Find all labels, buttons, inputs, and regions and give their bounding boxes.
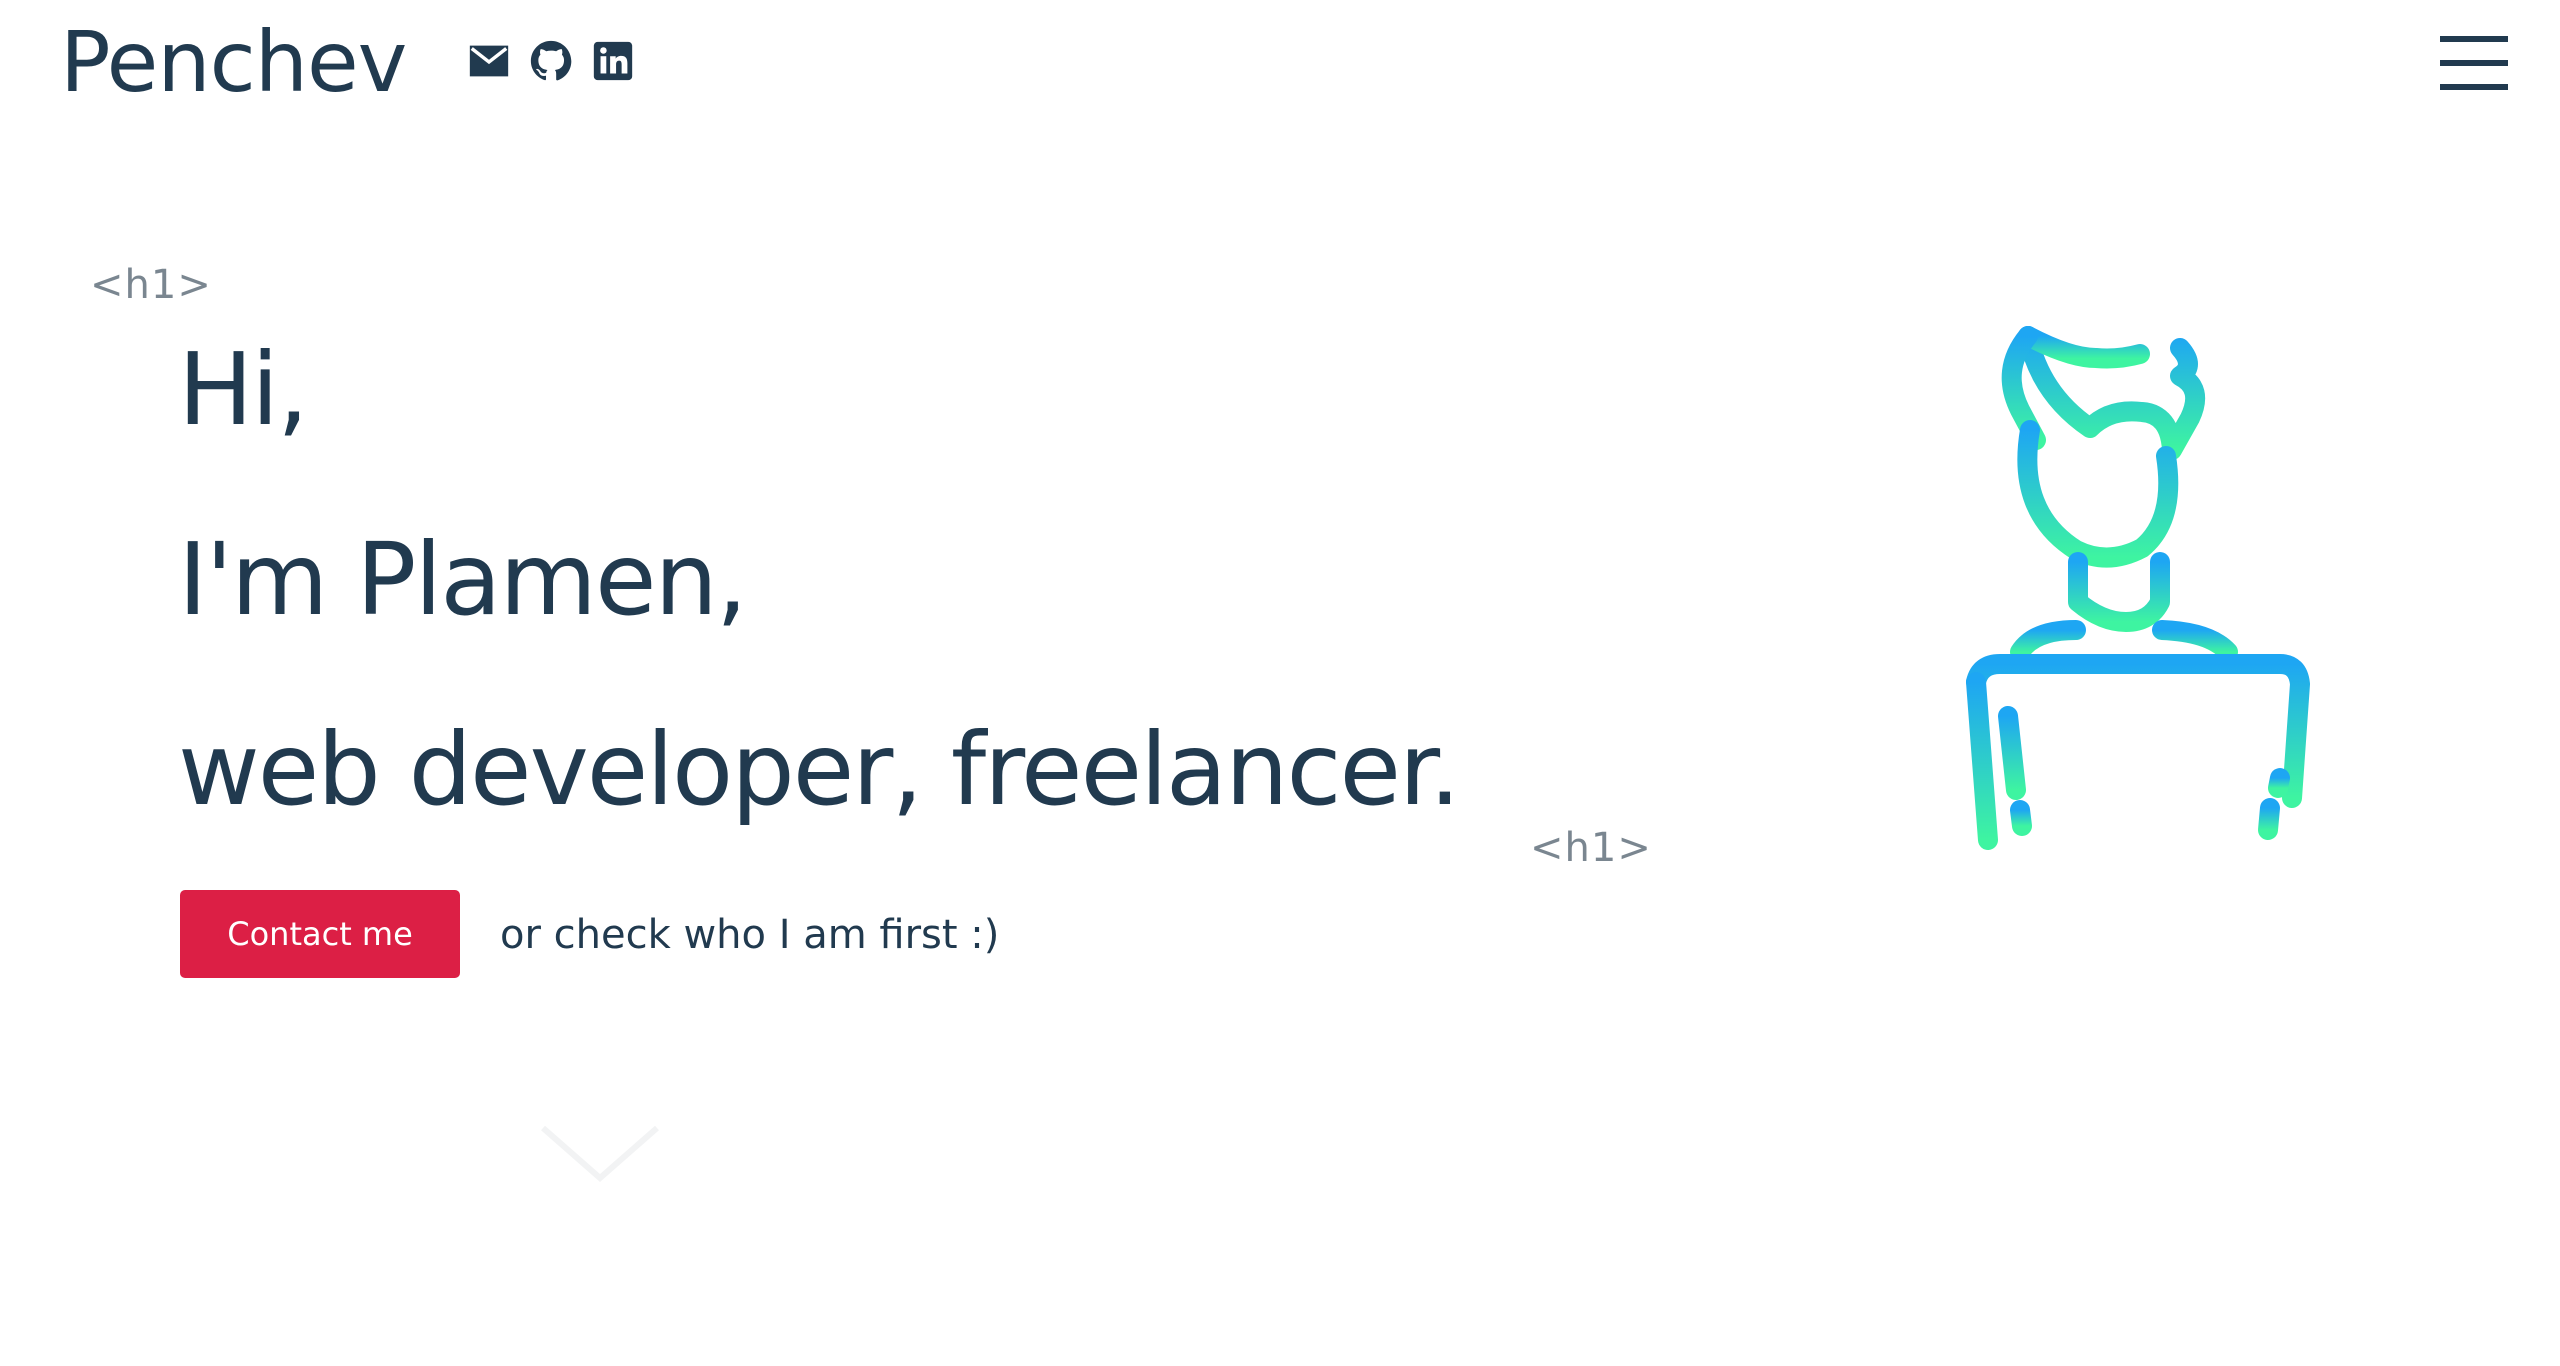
headline-role: web developer, freelancer. — [178, 711, 1461, 828]
page: Penchev <h1> Hi, I'm Plamen, web develop… — [0, 0, 2560, 1366]
menu-bar — [2440, 60, 2508, 66]
github-icon — [530, 40, 572, 81]
h1-close-tag: <h1> — [1530, 825, 1652, 871]
mail-icon — [469, 45, 509, 77]
headline-name: I'm Plamen, — [178, 521, 748, 638]
hamburger-menu-icon[interactable] — [2440, 32, 2510, 92]
about-link-text[interactable]: or check who I am first :) — [500, 912, 999, 958]
brand-logo[interactable]: Penchev — [60, 12, 407, 113]
menu-bar — [2440, 36, 2508, 42]
menu-bar — [2440, 84, 2508, 90]
linkedin-link[interactable] — [589, 36, 637, 86]
linkedin-icon — [593, 41, 633, 81]
h1-open-tag: <h1> — [90, 262, 212, 308]
headline-greeting: Hi, — [178, 331, 309, 448]
social-links — [465, 36, 637, 86]
github-link[interactable] — [527, 36, 575, 86]
contact-button[interactable]: Contact me — [180, 890, 460, 978]
developer-laptop-icon — [1966, 326, 2310, 902]
email-link[interactable] — [465, 36, 513, 86]
chevron-down-icon[interactable] — [535, 1120, 665, 1190]
